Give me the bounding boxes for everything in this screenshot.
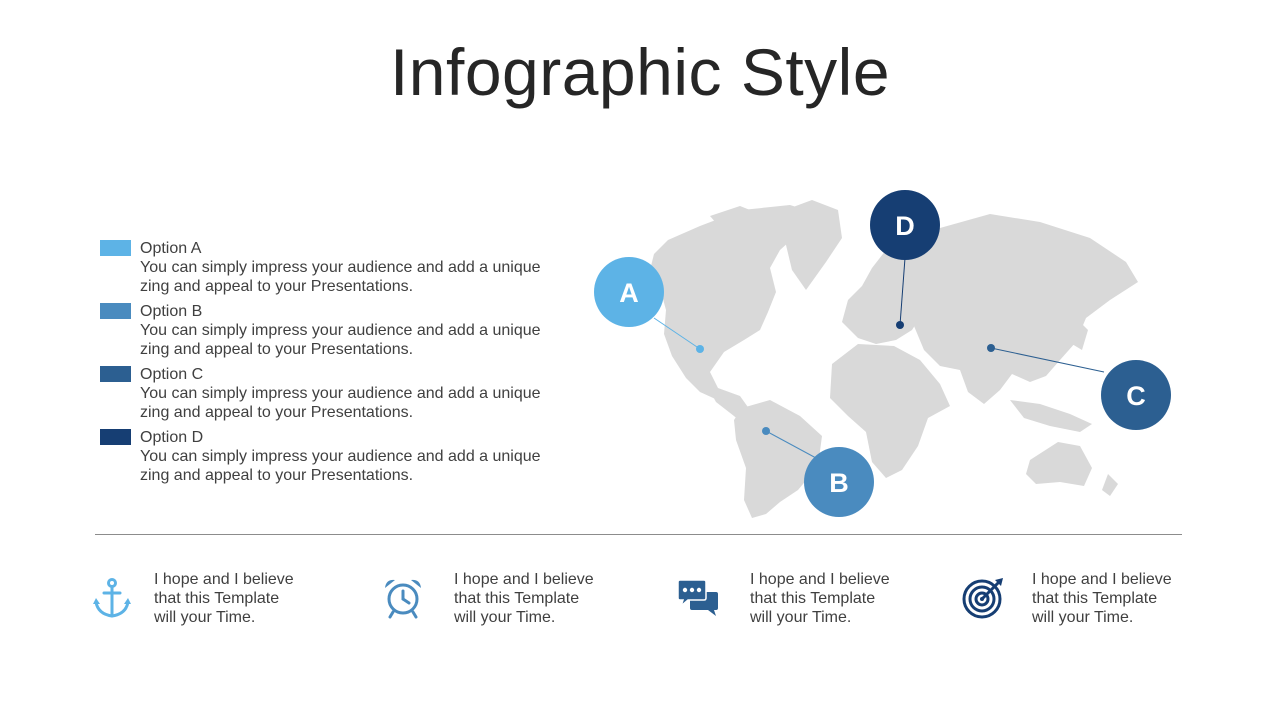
target-icon: [962, 578, 1003, 619]
feature-2: I hope and I believe that this Template …: [382, 570, 622, 640]
australia-shape: [1026, 442, 1092, 486]
marker-a-label: A: [619, 278, 639, 308]
feature-3-text: I hope and I believe that this Template …: [750, 571, 890, 626]
south-america-shape: [734, 400, 822, 518]
new-zealand-shape: [1102, 474, 1118, 496]
chat-bubbles-icon: [677, 579, 718, 616]
marker-d-label: D: [895, 211, 915, 241]
divider: [95, 534, 1182, 535]
location-dot-a: [696, 345, 704, 353]
greenland-shape: [785, 200, 842, 290]
southeast-asia-shape: [1010, 400, 1092, 432]
marker-b-label: B: [829, 468, 849, 498]
anchor-icon: [93, 578, 131, 618]
feature-1-text: I hope and I believe that this Template …: [154, 571, 294, 626]
feature-4-text: I hope and I believe that this Template …: [1032, 571, 1172, 626]
asia-shape: [906, 214, 1138, 404]
feature-4: I hope and I believe that this Template …: [961, 570, 1191, 640]
marker-c-label: C: [1126, 381, 1146, 411]
location-dot-b: [762, 427, 770, 435]
feature-3: I hope and I believe that this Template …: [676, 570, 916, 640]
location-dot-c: [987, 344, 995, 352]
alarm-clock-icon: [385, 579, 421, 619]
location-dot-d: [896, 321, 904, 329]
feature-2-text: I hope and I believe that this Template …: [454, 571, 594, 626]
feature-1: I hope and I believe that this Template …: [90, 570, 320, 640]
